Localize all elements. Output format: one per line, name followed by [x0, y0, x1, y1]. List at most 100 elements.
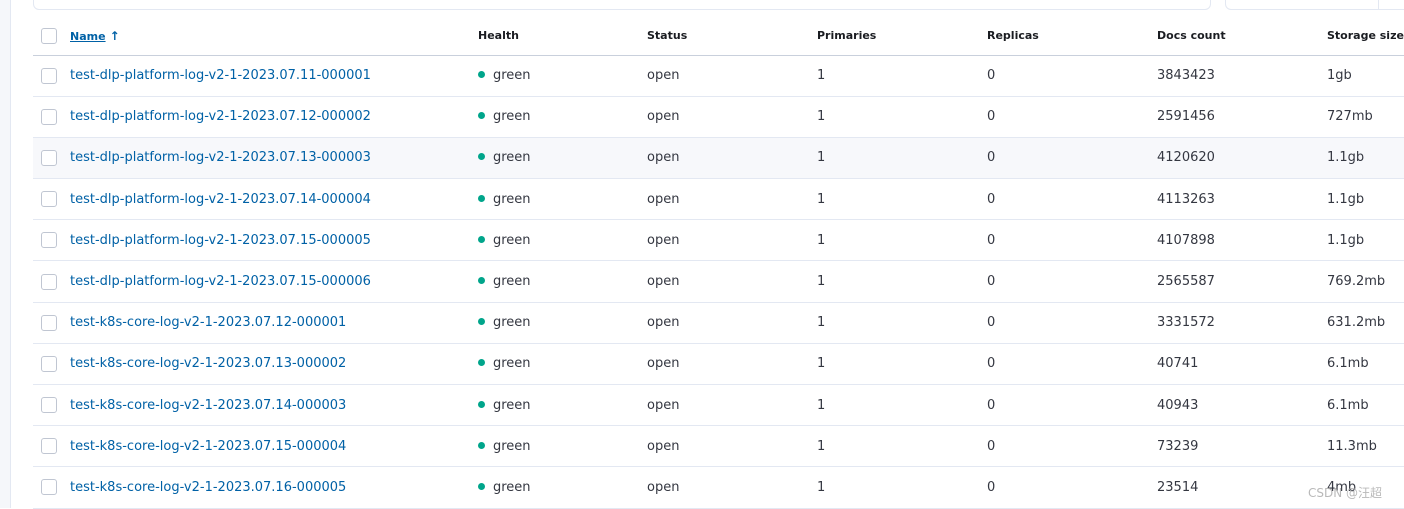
row-checkbox[interactable]	[41, 273, 57, 290]
health-label: green	[493, 479, 531, 495]
table-row[interactable]: test-k8s-core-log-v2-1-2023.07.14-000003…	[33, 385, 1404, 426]
health-label: green	[493, 438, 531, 454]
table-row[interactable]: test-dlp-platform-log-v2-1-2023.07.15-00…	[33, 261, 1404, 303]
health-label: green	[493, 68, 531, 84]
health-cell: green	[478, 137, 647, 178]
docs-count-cell: 4113263	[1157, 191, 1215, 207]
row-checkbox[interactable]	[41, 355, 57, 372]
header-primaries[interactable]: Primaries	[817, 17, 987, 55]
replicas-cell: 0	[987, 479, 996, 495]
health-cell: green	[478, 385, 647, 426]
row-select-cell	[33, 467, 70, 508]
replicas-cell: 0	[987, 274, 996, 290]
primaries-cell: 1	[817, 232, 826, 248]
table-header-row: Name ↑ Health Status Primaries Replicas D…	[33, 17, 1404, 55]
index-name-cell: test-dlp-platform-log-v2-1-2023.07.11-00…	[70, 55, 478, 96]
replicas-cell: 0	[987, 438, 996, 454]
row-checkbox[interactable]	[41, 314, 57, 331]
index-name-link[interactable]: test-dlp-platform-log-v2-1-2023.07.11-00…	[70, 68, 371, 83]
index-name-link[interactable]: test-dlp-platform-log-v2-1-2023.07.15-00…	[70, 274, 371, 289]
status-cell: open	[647, 479, 680, 495]
row-select-cell	[33, 55, 70, 96]
index-name-link[interactable]: test-dlp-platform-log-v2-1-2023.07.12-00…	[70, 109, 371, 124]
select-all-checkbox[interactable]	[41, 27, 57, 44]
docs-count-cell: 2591456	[1157, 109, 1215, 125]
storage-size-cell: 1.1gb	[1327, 150, 1365, 166]
health-label: green	[493, 274, 531, 290]
table-row[interactable]: test-dlp-platform-log-v2-1-2023.07.13-00…	[33, 137, 1404, 179]
table-row[interactable]: test-k8s-core-log-v2-1-2023.07.12-000001…	[33, 302, 1404, 344]
index-name-link[interactable]: test-k8s-core-log-v2-1-2023.07.14-000003	[70, 398, 346, 413]
health-dot-icon	[478, 359, 485, 367]
status-cell: open	[647, 438, 680, 454]
row-checkbox[interactable]	[41, 108, 57, 125]
header-name[interactable]: Name ↑	[70, 17, 478, 55]
row-select-cell	[33, 302, 70, 343]
status-cell: open	[647, 191, 680, 207]
row-checkbox[interactable]	[41, 67, 57, 84]
index-name-link[interactable]: test-k8s-core-log-v2-1-2023.07.15-000004	[70, 439, 346, 454]
header-health[interactable]: Health	[478, 17, 647, 55]
table-row[interactable]: test-k8s-core-log-v2-1-2023.07.16-000005…	[33, 467, 1404, 509]
row-checkbox[interactable]	[41, 479, 57, 496]
table-row[interactable]: test-dlp-platform-log-v2-1-2023.07.12-00…	[33, 96, 1404, 138]
storage-size-cell: 769.2mb	[1327, 274, 1386, 290]
health-label: green	[493, 232, 531, 248]
docs-count-cell: 2565587	[1157, 274, 1215, 290]
health-dot-icon	[478, 482, 485, 490]
docs-count-cell: 4120620	[1157, 150, 1215, 166]
health-label: green	[493, 191, 531, 207]
row-checkbox[interactable]	[41, 149, 57, 166]
row-checkbox[interactable]	[41, 191, 57, 208]
status-cell: open	[647, 150, 680, 166]
replicas-cell: 0	[987, 109, 996, 125]
search-bar[interactable]	[33, 0, 1211, 10]
docs-count-cell: 40741	[1157, 356, 1199, 372]
row-checkbox[interactable]	[41, 397, 57, 414]
row-select-cell	[33, 426, 70, 467]
filter-controls[interactable]	[1225, 0, 1404, 10]
health-cell: green	[478, 179, 647, 220]
index-name-link[interactable]: test-dlp-platform-log-v2-1-2023.07.14-00…	[70, 192, 371, 207]
docs-count-cell: 40943	[1157, 397, 1199, 413]
storage-size-cell: 1.1gb	[1327, 191, 1365, 207]
index-name-link[interactable]: test-k8s-core-log-v2-1-2023.07.13-000002	[70, 356, 346, 371]
sort-by-name-button[interactable]: Name	[70, 30, 106, 43]
row-checkbox[interactable]	[41, 438, 57, 455]
replicas-cell: 0	[987, 397, 996, 413]
row-select-cell	[33, 261, 70, 302]
status-cell: open	[647, 315, 680, 331]
header-status[interactable]: Status	[647, 17, 817, 55]
table-row[interactable]: test-k8s-core-log-v2-1-2023.07.13-000002…	[33, 343, 1404, 385]
index-name-link[interactable]: test-dlp-platform-log-v2-1-2023.07.13-00…	[70, 150, 371, 165]
health-cell: green	[478, 343, 647, 384]
status-cell: open	[647, 356, 680, 372]
header-storage-size[interactable]: Storage size	[1327, 17, 1404, 55]
health-label: green	[493, 356, 531, 372]
status-cell: open	[647, 109, 680, 125]
health-label: green	[493, 109, 531, 125]
index-name-link[interactable]: test-dlp-platform-log-v2-1-2023.07.15-00…	[70, 233, 371, 248]
storage-size-cell: 1gb	[1327, 68, 1352, 84]
health-dot-icon	[478, 71, 485, 79]
table-row[interactable]: test-dlp-platform-log-v2-1-2023.07.15-00…	[33, 220, 1404, 261]
index-name-link[interactable]: test-k8s-core-log-v2-1-2023.07.12-000001	[70, 315, 346, 330]
left-nav-edge	[0, 0, 11, 508]
row-checkbox[interactable]	[41, 232, 57, 249]
status-cell: open	[647, 397, 680, 413]
row-select-cell	[33, 96, 70, 137]
health-cell: green	[478, 220, 647, 261]
table-row[interactable]: test-k8s-core-log-v2-1-2023.07.15-000004…	[33, 426, 1404, 467]
health-dot-icon	[478, 277, 485, 285]
index-name-cell: test-k8s-core-log-v2-1-2023.07.13-000002	[70, 343, 478, 384]
table-row[interactable]: test-dlp-platform-log-v2-1-2023.07.11-00…	[33, 55, 1404, 97]
header-docs-count[interactable]: Docs count	[1157, 17, 1327, 55]
primaries-cell: 1	[817, 274, 826, 290]
header-replicas[interactable]: Replicas	[987, 17, 1157, 55]
docs-count-cell: 73239	[1157, 438, 1199, 454]
primaries-cell: 1	[817, 397, 826, 413]
arrow-up-icon: ↑	[109, 28, 120, 43]
index-name-link[interactable]: test-k8s-core-log-v2-1-2023.07.16-000005	[70, 480, 346, 495]
table-row[interactable]: test-dlp-platform-log-v2-1-2023.07.14-00…	[33, 179, 1404, 220]
index-name-cell: test-dlp-platform-log-v2-1-2023.07.13-00…	[70, 137, 478, 178]
